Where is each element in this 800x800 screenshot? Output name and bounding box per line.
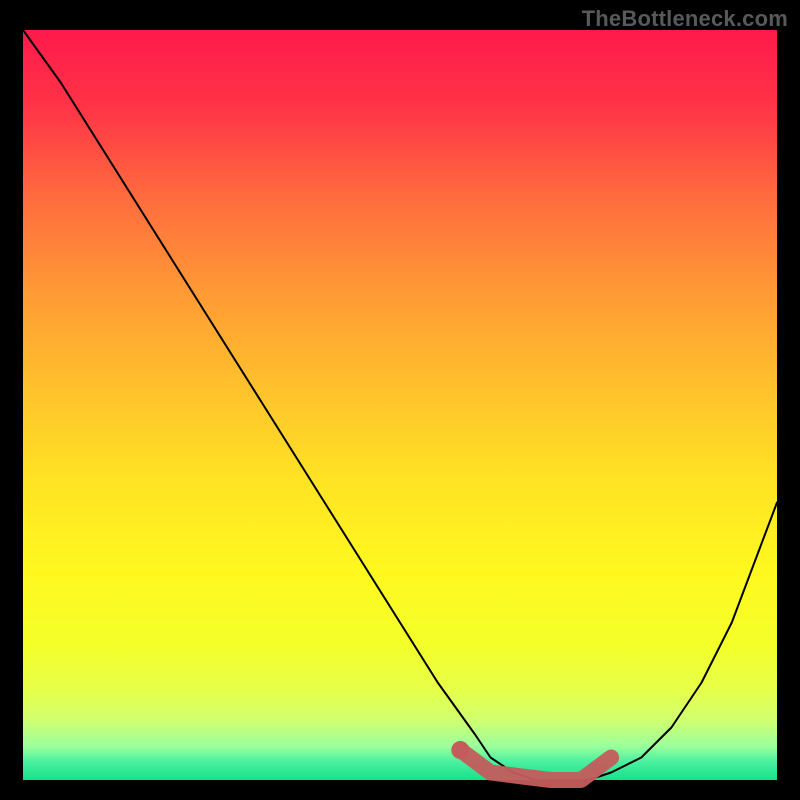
minimum-marker: [451, 741, 469, 759]
chart-canvas: [0, 0, 800, 800]
plot-background: [23, 30, 777, 780]
